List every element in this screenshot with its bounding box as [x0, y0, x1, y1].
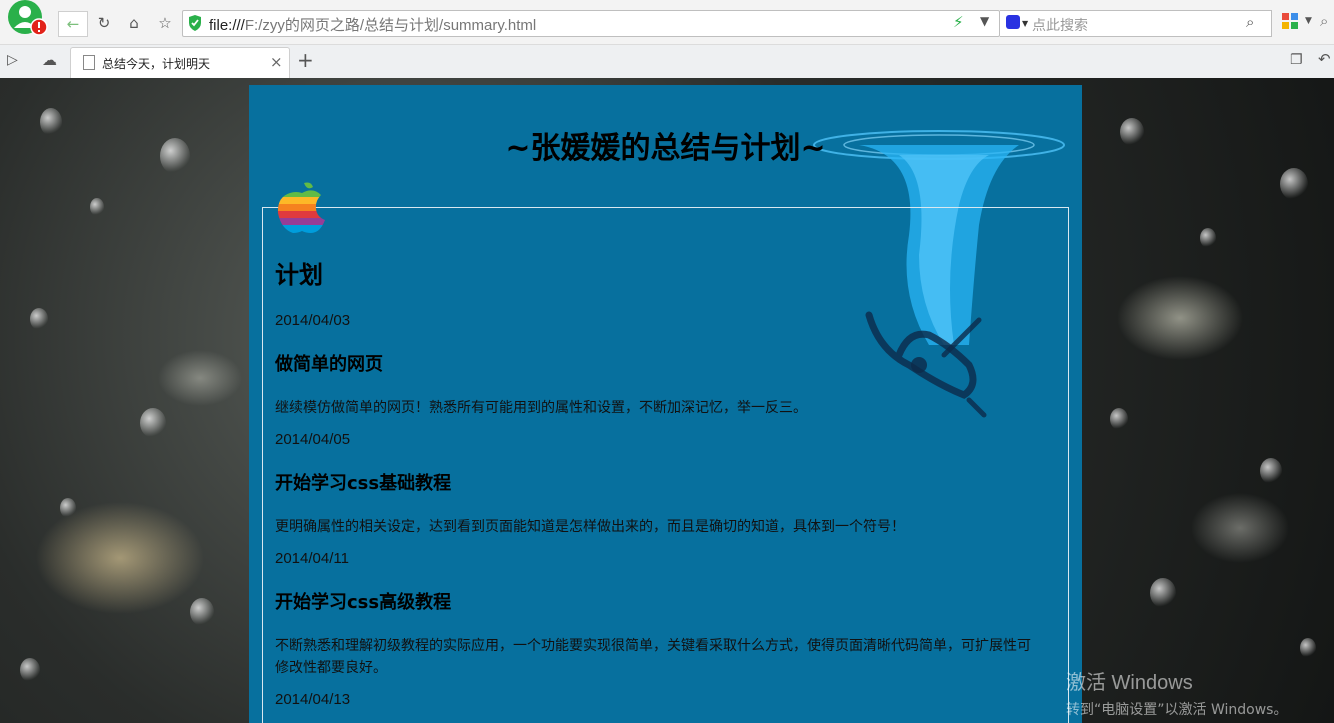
star-icon: ☆: [158, 14, 172, 32]
tab-title: 总结今天，计划明天: [102, 57, 211, 71]
search-engine-dropdown-icon[interactable]: ▼: [1022, 19, 1028, 28]
entry-date: 2014/04/05: [275, 431, 351, 448]
plan-content: 计划 2014/04/03 做简单的网页 继续模仿做简单的网页！熟悉所有可能用到…: [275, 255, 1035, 723]
close-icon[interactable]: ×: [270, 53, 283, 71]
section-heading: 计划: [275, 261, 323, 289]
entry-title: 做简单的网页: [275, 354, 383, 375]
content-panel: ~张媛媛的总结与计划~ 计划 2014/04/03 做简单的网页 继续模仿做简单…: [249, 85, 1082, 723]
bookmark-button[interactable]: ☆: [151, 11, 179, 35]
reload-icon: ↻: [97, 14, 111, 32]
windows-activation-watermark: 激活 Windows 转到“电脑设置”以激活 Windows。: [1066, 666, 1287, 719]
search-icon[interactable]: ⌕: [1246, 13, 1254, 31]
user-avatar-icon[interactable]: [1, 0, 49, 38]
lightning-icon[interactable]: ⚡: [953, 13, 964, 31]
browser-chrome: ← ↻ ⌂ ☆ file:///F:/zyy的网页之路/总结与计划/summar…: [0, 0, 1334, 78]
search-input[interactable]: 点此搜索: [1032, 15, 1088, 35]
tab-strip: ▷ ☁ 总结今天，计划明天 × + ❐ ↶: [0, 44, 1334, 78]
zoom-icon[interactable]: ⌕: [1320, 12, 1328, 30]
page-title: ~张媛媛的总结与计划~: [505, 131, 826, 166]
apps-icon[interactable]: [1282, 13, 1298, 29]
entry-text: 更明确属性的相关设定，达到看到页面能知道是怎样做出来的，而且是确切的知道，具体到…: [275, 519, 905, 535]
tab-summary[interactable]: 总结今天，计划明天 ×: [70, 47, 290, 78]
search-bar[interactable]: ▼ 点此搜索 ⌕: [1000, 10, 1272, 37]
reload-button[interactable]: ↻: [90, 11, 118, 35]
shield-icon: [188, 14, 202, 36]
entry-title: 开始学习css高级教程: [275, 592, 452, 613]
page-icon: [83, 55, 95, 70]
sidebar-toggle-icon[interactable]: ▷: [7, 52, 18, 68]
entry-date: 2014/04/11: [275, 550, 349, 567]
apple-logo-icon: [273, 179, 331, 237]
url-text: file:///F:/zyy的网页之路/总结与计划/summary.html: [209, 17, 537, 34]
apps-dropdown-icon[interactable]: ▼: [1305, 16, 1312, 26]
watermark-line2: 转到“电脑设置”以激活 Windows。: [1066, 702, 1288, 718]
entry-date: 2014/04/03: [275, 312, 351, 329]
entry-text: 继续模仿做简单的网页！熟悉所有可能用到的属性和设置，不断加深记忆，举一反三。: [275, 400, 807, 416]
page-viewport: ~张媛媛的总结与计划~ 计划 2014/04/03 做简单的网页 继续模仿做简单…: [0, 78, 1334, 723]
chevron-down-icon[interactable]: ▼: [980, 14, 989, 28]
home-icon: ⌂: [129, 14, 139, 32]
cloud-icon[interactable]: ☁: [42, 51, 57, 69]
entry-date: 2014/04/13: [275, 691, 351, 708]
baidu-paw-icon: [1006, 15, 1020, 29]
url-bar[interactable]: file:///F:/zyy的网页之路/总结与计划/summary.html ⚡…: [182, 10, 1000, 37]
new-tab-button[interactable]: +: [297, 48, 314, 72]
restore-window-icon[interactable]: ❐: [1290, 52, 1303, 68]
back-arrow-icon: ←: [66, 15, 80, 33]
entry-title: 开始学习css基础教程: [275, 473, 452, 494]
home-button[interactable]: ⌂: [120, 11, 148, 35]
address-toolbar: ← ↻ ⌂ ☆ file:///F:/zyy的网页之路/总结与计划/summar…: [0, 0, 1334, 44]
watermark-line1: 激活 Windows: [1066, 672, 1193, 694]
undo-close-icon[interactable]: ↶: [1318, 50, 1331, 68]
entry-text: 不断熟悉和理解初级教程的实际应用，一个功能要实现很简单，关键看采取什么方式，使得…: [275, 638, 1031, 676]
back-button[interactable]: ←: [58, 11, 88, 37]
